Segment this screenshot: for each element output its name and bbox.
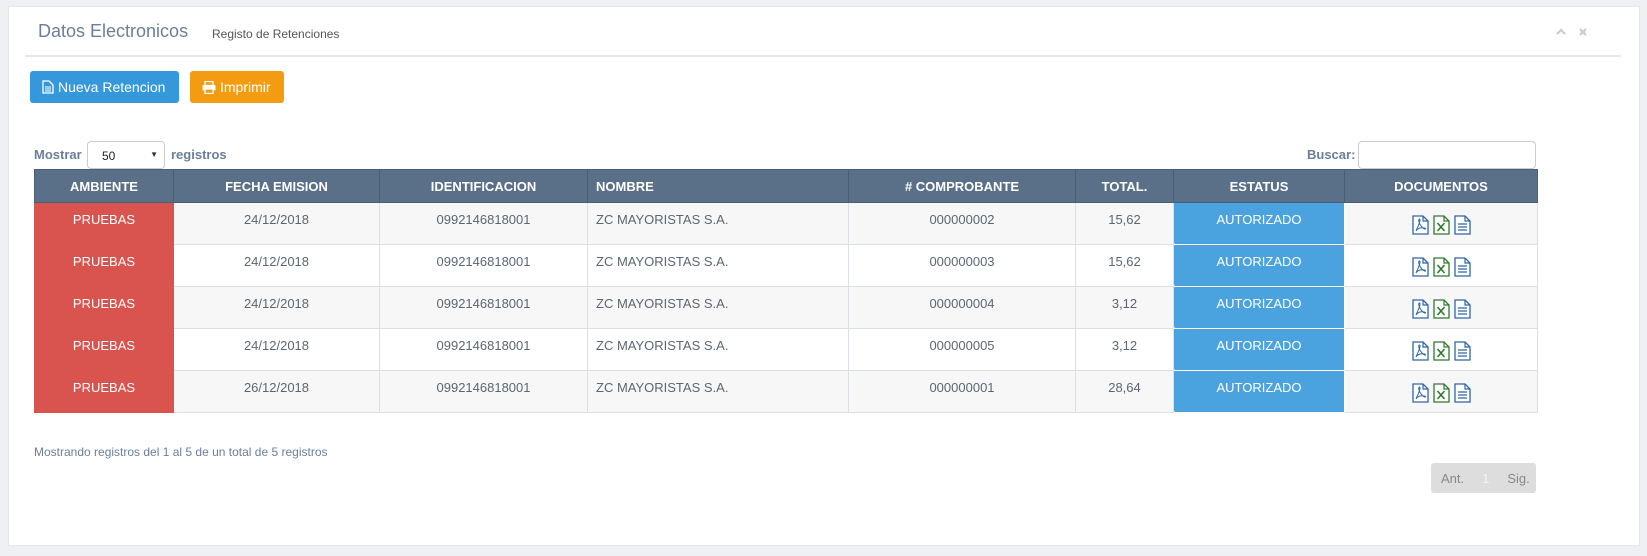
identificacion-cell: 0992146818001 bbox=[379, 370, 588, 413]
fecha-emision-cell: 24/12/2018 bbox=[173, 202, 380, 245]
estatus-badge: AUTORIZADO bbox=[1173, 370, 1345, 413]
fecha-emision-cell: 24/12/2018 bbox=[173, 244, 380, 287]
column-header-total[interactable]: TOTAL. bbox=[1075, 169, 1174, 203]
comprobante-cell: 000000001 bbox=[848, 370, 1076, 413]
nombre-cell: ZC MAYORISTAS S.A. bbox=[587, 286, 849, 329]
new-retention-label: Nueva Retencion bbox=[58, 79, 166, 95]
pagination: Ant. 1 Sig. bbox=[1431, 463, 1536, 493]
search-label: Buscar: bbox=[1307, 147, 1356, 162]
print-icon bbox=[202, 80, 216, 94]
comprobante-cell: 000000002 bbox=[848, 202, 1076, 245]
panel-header: Datos Electronicos Registo de Retencione… bbox=[25, 7, 1621, 57]
ambiente-cell: PRUEBAS bbox=[34, 244, 174, 287]
nombre-cell: ZC MAYORISTAS S.A. bbox=[587, 202, 849, 245]
print-button[interactable]: Imprimir bbox=[190, 71, 284, 103]
retenciones-table: AMBIENTE FECHA EMISION IDENTIFICACION NO… bbox=[34, 169, 1538, 413]
table-row[interactable]: PRUEBAS 24/12/2018 0992146818001 ZC MAYORIS… bbox=[34, 202, 1538, 245]
ambiente-cell: PRUEBAS bbox=[34, 328, 174, 371]
xml-document-icon[interactable] bbox=[1453, 299, 1471, 322]
documents-cell bbox=[1344, 328, 1538, 371]
table-header-row: AMBIENTE FECHA EMISION IDENTIFICACION NO… bbox=[34, 169, 1538, 203]
ambiente-cell: PRUEBAS bbox=[34, 370, 174, 413]
pdf-icon[interactable] bbox=[1411, 341, 1429, 364]
column-header-estatus[interactable]: ESTATUS bbox=[1173, 169, 1345, 203]
fecha-emision-cell: 24/12/2018 bbox=[173, 328, 380, 371]
documents-cell bbox=[1344, 370, 1538, 413]
column-header-comprobante[interactable]: # COMPROBANTE bbox=[848, 169, 1076, 203]
xml-document-icon[interactable] bbox=[1453, 383, 1471, 406]
table-row[interactable]: PRUEBAS 24/12/2018 0992146818001 ZC MAYORIS… bbox=[34, 244, 1538, 287]
comprobante-cell: 000000005 bbox=[848, 328, 1076, 371]
file-icon bbox=[42, 80, 54, 94]
new-retention-button[interactable]: Nueva Retencion bbox=[30, 71, 179, 103]
identificacion-cell: 0992146818001 bbox=[379, 328, 588, 371]
table-row[interactable]: PRUEBAS 24/12/2018 0992146818001 ZC MAYORIS… bbox=[34, 286, 1538, 329]
excel-icon[interactable] bbox=[1432, 215, 1450, 238]
nombre-cell: ZC MAYORISTAS S.A. bbox=[587, 370, 849, 413]
total-cell: 15,62 bbox=[1075, 202, 1174, 245]
collapse-chevron-up-icon[interactable] bbox=[1555, 25, 1567, 37]
identificacion-cell: 0992146818001 bbox=[379, 244, 588, 287]
nombre-cell: ZC MAYORISTAS S.A. bbox=[587, 244, 849, 287]
pdf-icon[interactable] bbox=[1411, 299, 1429, 322]
column-header-nombre[interactable]: NOMBRE bbox=[587, 169, 849, 203]
pdf-icon[interactable] bbox=[1411, 383, 1429, 406]
xml-document-icon[interactable] bbox=[1453, 341, 1471, 364]
table-row[interactable]: PRUEBAS 24/12/2018 0992146818001 ZC MAYORIS… bbox=[34, 328, 1538, 371]
length-suffix: registros bbox=[171, 147, 227, 162]
table-row[interactable]: PRUEBAS 26/12/2018 0992146818001 ZC MAYORIS… bbox=[34, 370, 1538, 413]
fecha-emision-cell: 24/12/2018 bbox=[173, 286, 380, 329]
estatus-badge: AUTORIZADO bbox=[1173, 328, 1345, 371]
excel-icon[interactable] bbox=[1432, 299, 1450, 322]
column-header-documentos[interactable]: DOCUMENTOS bbox=[1344, 169, 1538, 203]
identificacion-cell: 0992146818001 bbox=[379, 202, 588, 245]
ambiente-cell: PRUEBAS bbox=[34, 202, 174, 245]
excel-icon[interactable] bbox=[1432, 383, 1450, 406]
pdf-icon[interactable] bbox=[1411, 257, 1429, 280]
length-prefix: Mostrar bbox=[34, 147, 82, 162]
page-subtitle: Registo de Retenciones bbox=[212, 27, 340, 41]
nombre-cell: ZC MAYORISTAS S.A. bbox=[587, 328, 849, 371]
column-header-ambiente[interactable]: AMBIENTE bbox=[34, 169, 174, 203]
documents-cell bbox=[1344, 244, 1538, 287]
fecha-emision-cell: 26/12/2018 bbox=[173, 370, 380, 413]
documents-cell bbox=[1344, 286, 1538, 329]
panel-controls bbox=[1555, 25, 1589, 37]
total-cell: 15,62 bbox=[1075, 244, 1174, 287]
estatus-badge: AUTORIZADO bbox=[1173, 202, 1345, 245]
excel-icon[interactable] bbox=[1432, 257, 1450, 280]
identificacion-cell: 0992146818001 bbox=[379, 286, 588, 329]
pagination-current-page[interactable]: 1 bbox=[1474, 471, 1497, 486]
excel-icon[interactable] bbox=[1432, 341, 1450, 364]
total-cell: 3,12 bbox=[1075, 286, 1174, 329]
pagination-next[interactable]: Sig. bbox=[1497, 471, 1539, 486]
retenciones-panel: Datos Electronicos Registo de Retencione… bbox=[8, 6, 1640, 546]
total-cell: 28,64 bbox=[1075, 370, 1174, 413]
page-length-value: 50 bbox=[102, 149, 116, 163]
estatus-badge: AUTORIZADO bbox=[1173, 286, 1345, 329]
print-label: Imprimir bbox=[220, 79, 271, 95]
search-input[interactable] bbox=[1358, 141, 1536, 169]
comprobante-cell: 000000003 bbox=[848, 244, 1076, 287]
estatus-badge: AUTORIZADO bbox=[1173, 244, 1345, 287]
xml-document-icon[interactable] bbox=[1453, 257, 1471, 280]
close-icon[interactable] bbox=[1577, 25, 1589, 37]
documents-cell bbox=[1344, 202, 1538, 245]
column-header-fecha-emision[interactable]: FECHA EMISION bbox=[173, 169, 380, 203]
pagination-prev[interactable]: Ant. bbox=[1431, 471, 1474, 486]
xml-document-icon[interactable] bbox=[1453, 215, 1471, 238]
ambiente-cell: PRUEBAS bbox=[34, 286, 174, 329]
pdf-icon[interactable] bbox=[1411, 215, 1429, 238]
table-info: Mostrando registros del 1 al 5 de un tot… bbox=[34, 445, 328, 459]
page-length-select[interactable]: 50 ▼ bbox=[87, 141, 165, 169]
page-title: Datos Electronicos bbox=[38, 21, 189, 41]
total-cell: 3,12 bbox=[1075, 328, 1174, 371]
column-header-identificacion[interactable]: IDENTIFICACION bbox=[379, 169, 588, 203]
dropdown-arrow-icon: ▼ bbox=[150, 150, 158, 159]
comprobante-cell: 000000004 bbox=[848, 286, 1076, 329]
